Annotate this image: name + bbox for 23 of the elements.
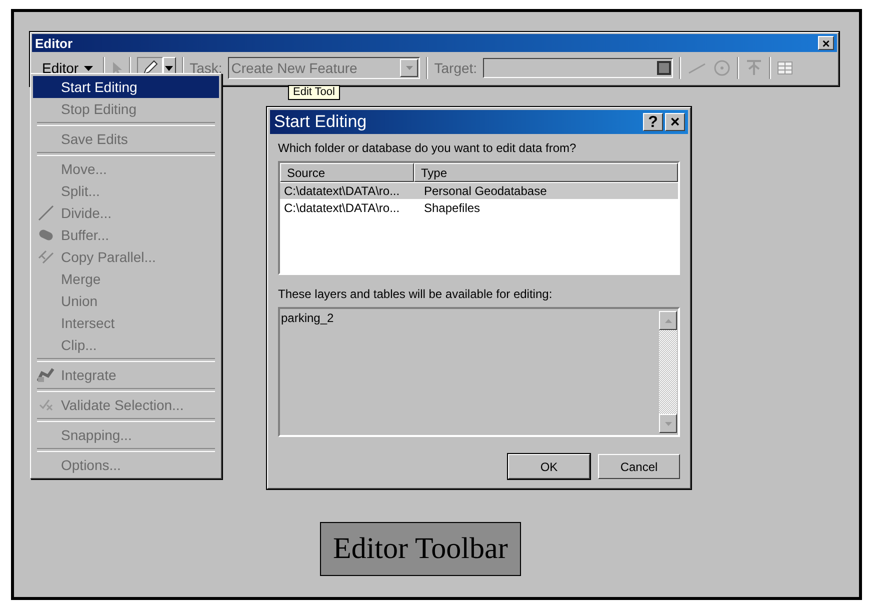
layers-label: These layers and tables will be available for editing: — [278, 287, 554, 301]
dialog-button[interactable]: OK — [508, 454, 590, 479]
target-label: Target: — [434, 60, 478, 76]
layer-item[interactable]: parking_2 — [281, 311, 657, 325]
column-header[interactable]: Type — [414, 163, 678, 182]
help-button[interactable]: ? — [643, 113, 663, 131]
window-title: Editor — [35, 36, 73, 50]
type-cell-text: Shapefiles — [423, 201, 482, 215]
dialog-title: Start Editing — [274, 112, 368, 132]
source-cell-text: C:\datatext\DATA\ro... — [283, 184, 401, 198]
tooltip: Edit Tool — [288, 85, 340, 100]
caption-label: Editor Toolbar — [320, 522, 521, 576]
source-cell-text: C:\datatext\DATA\ro... — [283, 201, 401, 215]
list-row[interactable]: C:\datatext\DATA\ro... Shapefiles — [280, 200, 678, 216]
close-button[interactable]: × — [665, 113, 685, 131]
list-row[interactable]: C:\datatext\DATA\ro... Personal Geodatabase — [280, 183, 678, 199]
dialog-button[interactable]: Cancel — [598, 454, 680, 479]
close-button[interactable]: × — [818, 36, 834, 50]
menu-item[interactable]: Start Editing — [33, 76, 219, 98]
task-label: Task: — [190, 60, 222, 76]
prompt-text: Which folder or database do you want to edit data from? — [278, 141, 578, 155]
type-cell-text: Personal Geodatabase — [423, 184, 548, 198]
column-header[interactable]: Source — [280, 163, 414, 182]
